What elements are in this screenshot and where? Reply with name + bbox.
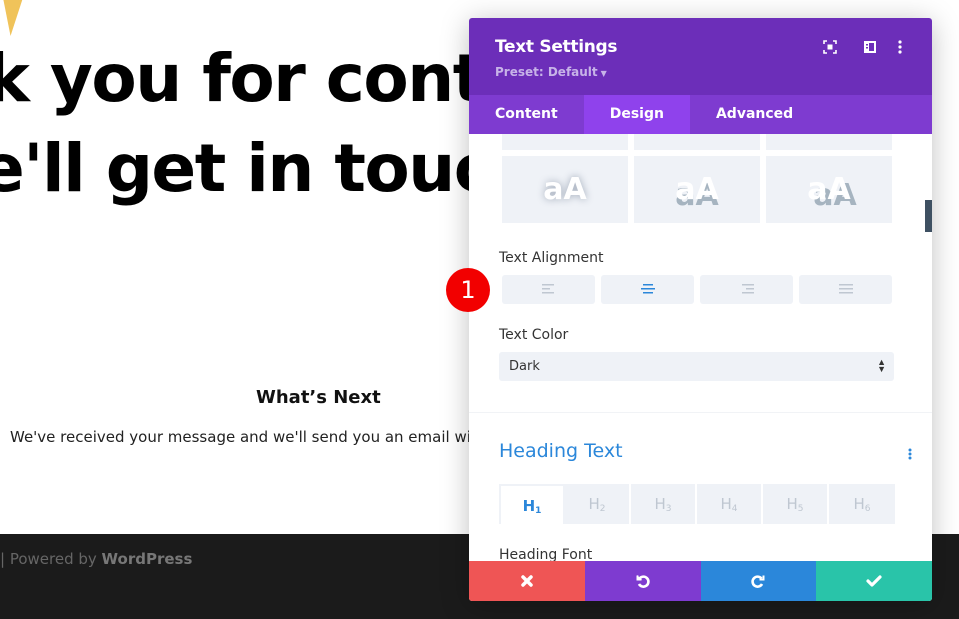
- text-shadow-preset-diagonal[interactable]: aA: [766, 156, 892, 223]
- heading-tab-letter: H: [853, 495, 865, 513]
- heading-tab-letter: H: [522, 497, 536, 515]
- confirmation-body-text: We've received your message and we'll se…: [10, 428, 487, 446]
- align-justify-icon: [839, 284, 853, 294]
- footer-credit-prefix: | Powered by: [0, 550, 102, 568]
- heading-tab-letter: H: [720, 495, 732, 513]
- settings-tabs: Content Design Advanced: [469, 95, 932, 134]
- heading-tab-letter: H: [654, 495, 666, 513]
- align-center-icon: [641, 284, 655, 294]
- heading-tab-number: 5: [797, 504, 804, 514]
- tab-design[interactable]: Design: [583, 95, 690, 134]
- modal-header: Text Settings Preset: Default ▼: [469, 18, 932, 95]
- tab-content[interactable]: Content: [469, 95, 584, 134]
- heading-tab-letter: H: [786, 495, 798, 513]
- text-shadow-preset[interactable]: [634, 134, 760, 150]
- text-shadow-sample: aA: [807, 172, 851, 207]
- whats-next-heading: What’s Next: [256, 387, 381, 408]
- modal-title: Text Settings: [495, 37, 618, 57]
- align-left-icon: [542, 284, 554, 294]
- text-alignment-label: Text Alignment: [499, 250, 604, 266]
- heading-tab-h4[interactable]: H4: [697, 484, 763, 524]
- modal-scrollbar[interactable]: [925, 200, 932, 232]
- align-justify-button[interactable]: [799, 275, 892, 304]
- hero-heading-line-1: k you for cont: [0, 40, 484, 117]
- heading-tab-h5[interactable]: H5: [763, 484, 829, 524]
- text-shadow-preset[interactable]: [766, 134, 892, 150]
- annotation-step-badge: 1: [446, 268, 490, 312]
- decorative-corner-shape: [0, 0, 26, 36]
- redo-button[interactable]: [700, 561, 817, 601]
- page: k you for cont e'll get in touc What’s N…: [0, 0, 959, 619]
- text-shadow-preset-bottom[interactable]: aA: [634, 156, 760, 223]
- heading-tab-number: 1: [535, 506, 542, 516]
- preset-label: Preset: Default: [495, 65, 598, 79]
- section-divider: [469, 412, 932, 413]
- heading-level-tabs: H1 H2 H3 H4 H5 H6: [499, 484, 895, 524]
- heading-tab-number: 6: [864, 504, 871, 514]
- text-color-value: Dark: [509, 359, 540, 374]
- text-shadow-preset[interactable]: [502, 134, 628, 150]
- heading-tab-number: 4: [731, 504, 738, 514]
- select-arrows-icon: ▲ ▼: [877, 357, 886, 374]
- hero-heading-line-2: e'll get in touc: [0, 130, 493, 207]
- heading-text-section-title[interactable]: Heading Text: [499, 440, 623, 462]
- save-button[interactable]: [816, 561, 932, 601]
- expand-icon[interactable]: [823, 40, 839, 56]
- text-color-select[interactable]: Dark ▲ ▼: [499, 352, 894, 381]
- modal-action-bar: [469, 561, 932, 601]
- more-vertical-icon[interactable]: [897, 40, 913, 56]
- align-center-button[interactable]: [601, 275, 694, 304]
- modal-body: aA aA aA Text Alignment Text Color Dark …: [469, 134, 932, 562]
- sidebar-layout-icon[interactable]: [863, 40, 879, 56]
- align-right-icon: [742, 284, 754, 294]
- heading-tab-number: 2: [599, 504, 606, 514]
- heading-tab-letter: H: [588, 495, 600, 513]
- checkmark-icon: [866, 575, 882, 587]
- heading-font-label: Heading Font: [499, 547, 593, 562]
- caret-down-icon: ▼: [600, 69, 607, 78]
- text-shadow-sample: aA: [675, 172, 719, 207]
- text-shadow-preset-glow[interactable]: aA: [502, 156, 628, 223]
- section-more-icon[interactable]: [908, 447, 912, 465]
- text-color-label: Text Color: [499, 327, 569, 343]
- tab-advanced[interactable]: Advanced: [690, 95, 819, 134]
- redo-icon: [751, 575, 765, 588]
- cancel-button[interactable]: [469, 561, 585, 601]
- undo-icon: [636, 575, 650, 588]
- heading-tab-h1[interactable]: H1: [499, 484, 565, 524]
- heading-tab-h3[interactable]: H3: [631, 484, 697, 524]
- footer-credit: | Powered by WordPress: [0, 550, 192, 568]
- heading-tab-number: 3: [665, 504, 672, 514]
- align-right-button[interactable]: [700, 275, 793, 304]
- text-shadow-sample: aA: [543, 172, 587, 207]
- heading-tab-h2[interactable]: H2: [565, 484, 631, 524]
- footer-wordpress-link[interactable]: WordPress: [102, 550, 193, 568]
- preset-dropdown[interactable]: Preset: Default ▼: [495, 65, 607, 79]
- close-icon: [521, 575, 533, 587]
- heading-tab-h6[interactable]: H6: [829, 484, 895, 524]
- text-settings-modal: Text Settings Preset: Default ▼ Content …: [469, 18, 932, 601]
- undo-button[interactable]: [584, 561, 701, 601]
- align-left-button[interactable]: [502, 275, 595, 304]
